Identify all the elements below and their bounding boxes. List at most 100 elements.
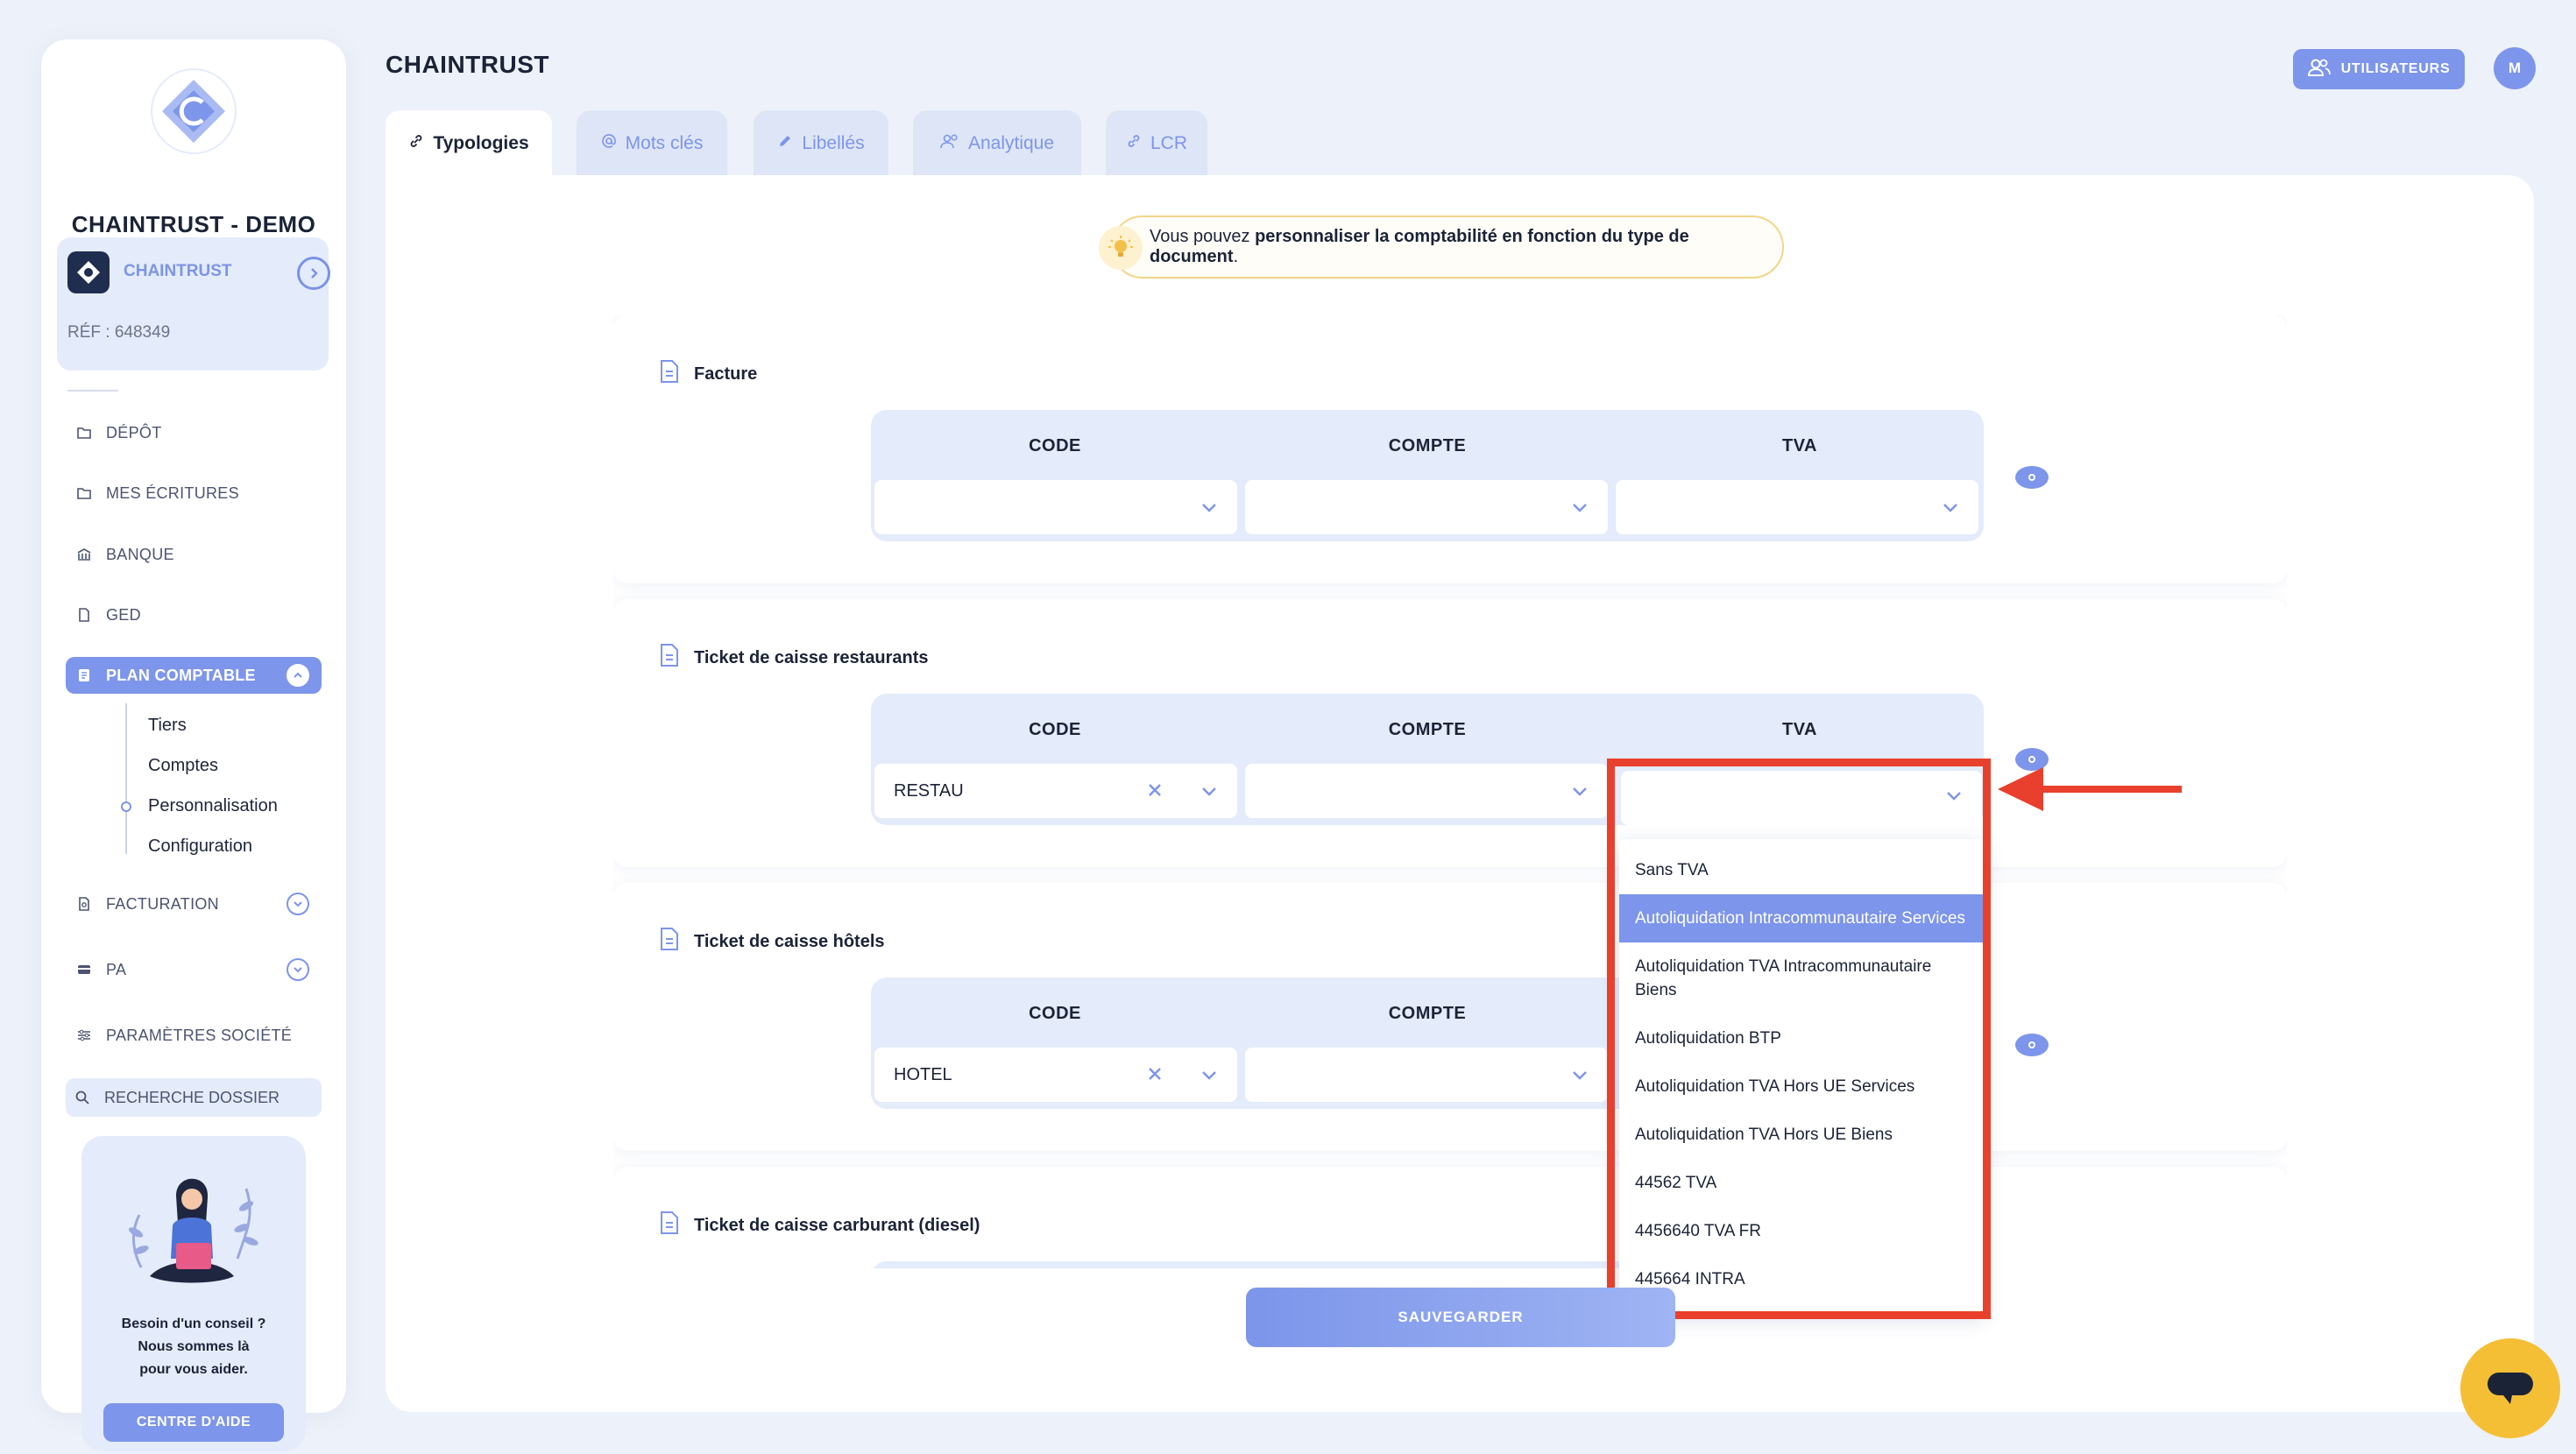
subnav-item-comptes[interactable]: Comptes: [148, 756, 218, 776]
chevron-down-icon[interactable]: [1571, 1067, 1589, 1087]
code-select[interactable]: HOTEL: [874, 1048, 1237, 1102]
subnav-item-personnalisation[interactable]: Personnalisation: [148, 796, 278, 816]
clear-icon[interactable]: [1146, 781, 1164, 804]
sidebar-item-label: PA: [106, 960, 127, 978]
client-switch-icon[interactable]: [297, 257, 330, 290]
typology-name: Facture: [694, 364, 758, 384]
tab-typologies[interactable]: Typologies: [386, 110, 552, 177]
client-name: CHAINTRUST: [124, 262, 232, 280]
clear-icon[interactable]: [1146, 1065, 1164, 1088]
compte-select[interactable]: [1245, 764, 1608, 818]
column-header-compte: COMPTE: [1388, 720, 1467, 739]
column-header-compte: COMPTE: [1388, 436, 1467, 455]
subnav-item-tiers[interactable]: Tiers: [148, 716, 187, 736]
users-icon: [940, 133, 959, 154]
eye-icon[interactable]: [2015, 466, 2049, 489]
typology-header: Ticket de caisse restaurants: [659, 643, 929, 673]
search-label: RECHERCHE DOSSIER: [104, 1088, 280, 1106]
chat-support-icon[interactable]: [2460, 1338, 2560, 1438]
tab-label: Mots clés: [625, 133, 704, 153]
users-icon: [2307, 58, 2331, 81]
help-center-button[interactable]: CENTRE D'AIDE: [103, 1403, 284, 1442]
help-line-3: pour vous aider.: [139, 1362, 248, 1377]
user-avatar[interactable]: M: [2494, 47, 2536, 89]
tab-mots-cles[interactable]: Mots clés: [577, 110, 727, 177]
chevron-down-icon[interactable]: [1942, 499, 1959, 519]
document-icon: [659, 927, 680, 956]
tab-libelles[interactable]: Libellés: [754, 110, 888, 177]
tva-select[interactable]: [1616, 480, 1978, 534]
chevron-down-icon[interactable]: [1200, 499, 1218, 519]
document-icon: [74, 605, 94, 625]
settings-sliders-icon: [74, 1026, 94, 1045]
sidebar-item-parametres[interactable]: PARAMÈTRES SOCIÉTÉ: [66, 1017, 322, 1054]
invoice-icon: [74, 894, 94, 914]
search-icon: [74, 1090, 94, 1105]
sidebar-item-label: GED: [106, 605, 141, 624]
tab-label: LCR: [1150, 133, 1187, 153]
typology-header: Facture: [659, 359, 757, 389]
typology-card: Ticket de caisse carburant (diesel): [613, 1167, 2287, 1268]
sidebar-item-ged[interactable]: GED: [66, 596, 322, 633]
search-dossier-input[interactable]: RECHERCHE DOSSIER: [66, 1078, 322, 1117]
chevron-down-icon[interactable]: [287, 893, 309, 915]
help-line-1: Besoin d'un conseil ?: [121, 1316, 266, 1331]
annotation-highlight-box: [1607, 759, 1991, 1319]
help-card: Besoin d'un conseil ? Nous sommes là pou…: [81, 1136, 306, 1451]
link-icon: [408, 133, 424, 154]
chevron-down-icon[interactable]: [1571, 783, 1589, 803]
sidebar-divider: [67, 390, 118, 392]
subnav-active-dot: [121, 801, 131, 812]
code-select[interactable]: RESTAU: [874, 764, 1237, 818]
tip-text: Vous pouvez personnaliser la comptabilit…: [1150, 227, 1782, 267]
card-icon: [74, 960, 94, 979]
lightbulb-icon: [1099, 226, 1143, 270]
typology-card: Ticket de caisse restaurants CODE COMPTE…: [613, 599, 2287, 867]
code-value: HOTEL: [894, 1064, 952, 1084]
sidebar-item-banque[interactable]: BANQUE: [66, 536, 322, 573]
document-icon: [659, 1210, 680, 1240]
typology-card: Ticket de caisse hôtels CODE COMPTE HOTE…: [613, 883, 2287, 1151]
save-button[interactable]: SAUVEGARDER: [1246, 1288, 1675, 1347]
tab-label: Typologies: [433, 133, 529, 153]
sidebar-item-facturation[interactable]: FACTURATION: [66, 886, 322, 922]
code-select[interactable]: [874, 480, 1237, 534]
document-icon: [659, 359, 680, 389]
tab-lcr[interactable]: LCR: [1106, 110, 1207, 177]
users-button-label: UTILISATEURS: [2340, 61, 2451, 76]
column-header-compte: COMPTE: [1388, 1004, 1467, 1023]
users-button[interactable]: UTILISATEURS: [2293, 49, 2465, 89]
at-icon: [601, 133, 617, 154]
typology-header: Ticket de caisse hôtels: [659, 927, 885, 956]
sidebar-item-plan-comptable[interactable]: PLAN COMPTABLE: [66, 657, 322, 694]
typology-card: Facture CODE COMPTE TVA: [613, 315, 2287, 583]
pen-icon: [777, 133, 793, 154]
tab-label: Analytique: [967, 133, 1055, 153]
typology-name: Ticket de caisse carburant (diesel): [694, 1215, 980, 1235]
typology-name: Ticket de caisse hôtels: [694, 931, 885, 951]
tab-analytique[interactable]: Analytique: [913, 110, 1081, 177]
sidebar: CHAINTRUST - DEMO CHAINTRUST RÉF : 64834…: [41, 39, 346, 1451]
compte-select[interactable]: [1245, 480, 1608, 534]
sidebar-item-pa[interactable]: PA: [66, 951, 322, 988]
sidebar-item-depot[interactable]: DÉPÔT: [66, 414, 322, 451]
sidebar-item-label: FACTURATION: [106, 894, 219, 913]
eye-icon[interactable]: [2015, 1034, 2049, 1056]
client-ref: RÉF : 648349: [67, 323, 171, 342]
page-title: CHAINTRUST: [386, 51, 549, 78]
client-card[interactable]: CHAINTRUST RÉF : 648349: [57, 237, 330, 371]
chevron-down-icon[interactable]: [1571, 499, 1589, 519]
app-root: CHAINTRUST - DEMO CHAINTRUST RÉF : 64834…: [0, 0, 2576, 1454]
sidebar-item-ecritures[interactable]: MES ÉCRITURES: [66, 475, 322, 512]
chevron-down-icon[interactable]: [287, 958, 309, 981]
column-header-code: CODE: [1029, 1004, 1081, 1023]
column-header-tva: TVA: [1781, 720, 1817, 739]
chevron-down-icon[interactable]: [1200, 783, 1218, 803]
info-tip: Vous pouvez personnaliser la comptabilit…: [1099, 215, 1784, 279]
chevron-down-icon[interactable]: [1200, 1067, 1218, 1087]
compte-select[interactable]: [1245, 1048, 1608, 1102]
company-logo-icon: [150, 67, 237, 155]
column-header-tva: TVA: [1781, 436, 1817, 455]
chevron-up-icon[interactable]: [287, 664, 309, 687]
subnav-item-configuration[interactable]: Configuration: [148, 836, 252, 857]
